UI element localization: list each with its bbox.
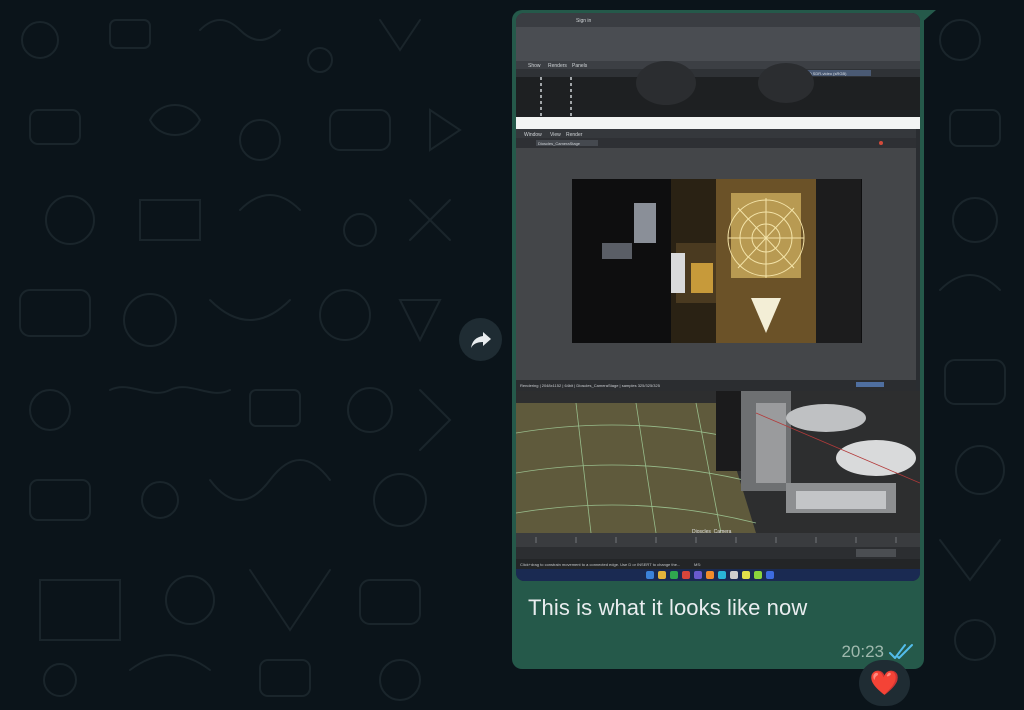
message-caption: This is what it looks like now <box>528 595 808 620</box>
reaction-badge[interactable]: ❤️ <box>859 660 910 706</box>
chat-background: Sign in Show Renders Panels ACES 1.0 SDR… <box>0 0 1024 710</box>
photo-menu-panels: Panels <box>572 63 588 69</box>
photo-menu-view: View <box>550 132 561 138</box>
photo-sign-in: Sign in <box>576 18 592 24</box>
message-time: 20:23 <box>841 642 884 661</box>
photo-bottom-hint: Click+drag to constrain movement to a co… <box>520 562 680 567</box>
forward-arrow-icon <box>470 331 491 348</box>
message-meta: 20:23 <box>841 642 914 662</box>
photo-menu-renders: Renders <box>548 63 567 69</box>
heart-icon: ❤️ <box>869 669 900 697</box>
photo-of-monitor: Sign in Show Renders Panels ACES 1.0 SDR… <box>516 13 920 581</box>
photo-bottom-field: MS: <box>694 562 701 567</box>
photo-menu-render: Render <box>566 132 583 138</box>
message-bubble[interactable]: Sign in Show Renders Panels ACES 1.0 SDR… <box>512 10 924 669</box>
photo-camera-select: Dioscles_CameraStage <box>538 141 581 146</box>
forward-button[interactable] <box>459 318 502 361</box>
double-check-read-icon <box>889 644 913 659</box>
photo-menu-window: Window <box>524 132 542 138</box>
photo-status-line: Rendering | 2048x1152 | 64bit | Dioscles… <box>520 383 661 388</box>
message-photo[interactable]: Sign in Show Renders Panels ACES 1.0 SDR… <box>516 13 920 581</box>
photo-menu-show: Show <box>528 63 541 69</box>
